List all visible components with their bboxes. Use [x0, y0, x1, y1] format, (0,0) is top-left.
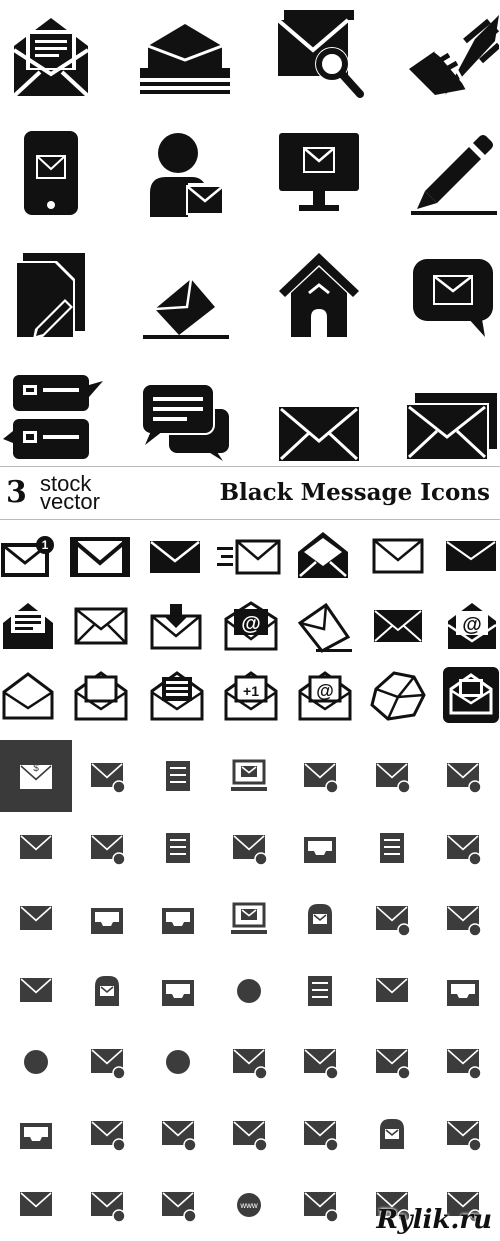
envelope-dark-icon	[146, 534, 204, 580]
envelope-gmail-icon	[68, 532, 132, 582]
laptop-mail-icon	[225, 897, 273, 941]
inbox-upload-icon	[154, 897, 202, 941]
envelope-star-icon	[12, 897, 60, 941]
logo-word-vector: vector	[40, 489, 100, 514]
at-label: @	[241, 613, 261, 635]
monitor-mail-icon	[225, 754, 273, 798]
phone-mail-icon	[20, 128, 82, 218]
house-icon	[276, 250, 362, 340]
chat-bubbles-icon	[138, 380, 232, 462]
open-envelope-letter-icon	[8, 10, 94, 100]
envelope-at-icon: @	[222, 598, 280, 654]
winged-envelope-icon	[404, 10, 500, 96]
chat-list-icon	[2, 372, 104, 462]
dollar-label: $	[33, 763, 39, 774]
flower-mail-icon	[225, 969, 273, 1013]
envelope-open-icon	[296, 1040, 344, 1084]
envelope-zoom-icon	[439, 1112, 487, 1156]
envelope-wave-icon	[83, 1040, 131, 1084]
postcard-icon	[154, 826, 202, 870]
small-icon-grid: 1 @ @ +1 @	[0, 518, 500, 740]
envelope-block-icon	[368, 897, 416, 941]
envelope-outline-icon	[72, 602, 130, 650]
inbox-at-icon	[154, 969, 202, 1013]
stamp-icon	[154, 754, 202, 798]
envelope-remove-icon	[12, 826, 60, 870]
network-mail-icon	[12, 1040, 60, 1084]
envelope-plus-one-icon: +1	[222, 666, 280, 724]
envelope-highlighted-icon	[442, 666, 500, 724]
envelope-pair-icon	[83, 1183, 131, 1227]
envelope-alert-icon	[439, 897, 487, 941]
postmark-icon	[154, 1040, 202, 1084]
envelope-add-icon	[83, 754, 131, 798]
large-icon-grid	[0, 0, 500, 466]
envelope-open-outline-icon	[0, 668, 56, 724]
envelope-drop-icon	[140, 272, 232, 342]
envelope-shield-icon	[83, 1112, 131, 1156]
envelope-up-icon	[154, 1183, 202, 1227]
pencil-icon	[406, 130, 498, 216]
envelope-double-icon	[402, 390, 500, 464]
envelope-open-paper-icon	[72, 666, 130, 724]
grey-icon-grid: $ www	[0, 740, 500, 1241]
envelope-icon	[276, 404, 362, 464]
envelope-flag-icon	[225, 826, 273, 870]
badge-count: 1	[42, 538, 49, 552]
envelope-search-icon	[272, 4, 366, 100]
list-mail-icon	[296, 969, 344, 1013]
envelope-at-icon	[225, 1040, 273, 1084]
logo-number: 3	[6, 475, 27, 510]
envelope-forward-icon	[12, 1183, 60, 1227]
envelope-image-icon	[439, 754, 487, 798]
inbox-down-icon	[12, 1112, 60, 1156]
at-label: @	[316, 681, 334, 701]
envelope-open-at-icon: @	[296, 666, 354, 724]
envelope-solid-icon	[442, 534, 500, 578]
envelope-open-at-icon: @	[444, 598, 500, 654]
www-label: www	[239, 1201, 258, 1210]
mailbox-icon	[296, 897, 344, 941]
page-title: Black Message Icons	[219, 479, 490, 506]
envelope-outline-icon	[370, 534, 426, 578]
envelope-minus-icon	[154, 1112, 202, 1156]
envelope-letter-icon	[225, 1112, 273, 1156]
watermark: Rylik.ru	[376, 1205, 492, 1235]
document-edit-icon	[12, 250, 88, 342]
envelope-crumpled-icon	[368, 666, 428, 724]
inbox-stack-icon	[83, 897, 131, 941]
envelope-solid-icon	[370, 604, 426, 648]
envelope-tilted-icon	[294, 598, 354, 656]
envelope-question-icon	[368, 969, 416, 1013]
envelope-badge-icon: 1	[0, 532, 56, 582]
envelope-open-dark-icon	[294, 526, 352, 584]
globe-www-icon: www	[225, 1183, 273, 1227]
envelope-down-icon	[83, 826, 131, 870]
chat-mail-icon	[410, 256, 496, 340]
envelope-fast-icon	[214, 534, 282, 580]
envelope-x-icon	[368, 754, 416, 798]
envelope-arrow-icon	[296, 1183, 344, 1227]
envelope-icon	[12, 969, 60, 1013]
inbox-document-icon	[439, 969, 487, 1013]
mailbox-flag-icon	[83, 969, 131, 1013]
at-label: @	[462, 614, 482, 636]
title-banner: 3 stock vector Black Message Icons	[0, 466, 500, 520]
mailbox-post-icon	[368, 1112, 416, 1156]
documents-icon	[368, 826, 416, 870]
monitor-mail-icon	[276, 130, 362, 216]
envelope-search-icon	[296, 1112, 344, 1156]
envelope-share-icon	[368, 1040, 416, 1084]
envelope-check-icon	[296, 754, 344, 798]
envelope-dollar-icon: $	[12, 754, 60, 798]
envelope-open-letter-icon	[148, 666, 206, 724]
envelope-music-icon	[439, 826, 487, 870]
envelope-download-icon	[148, 598, 204, 654]
envelope-lock-icon	[439, 1040, 487, 1084]
envelope-stack-icon	[136, 22, 234, 98]
user-mail-icon	[146, 130, 226, 218]
plus-one-label: +1	[243, 683, 259, 699]
inbox-tray-icon	[296, 826, 344, 870]
envelope-open-letter-icon	[0, 598, 56, 654]
